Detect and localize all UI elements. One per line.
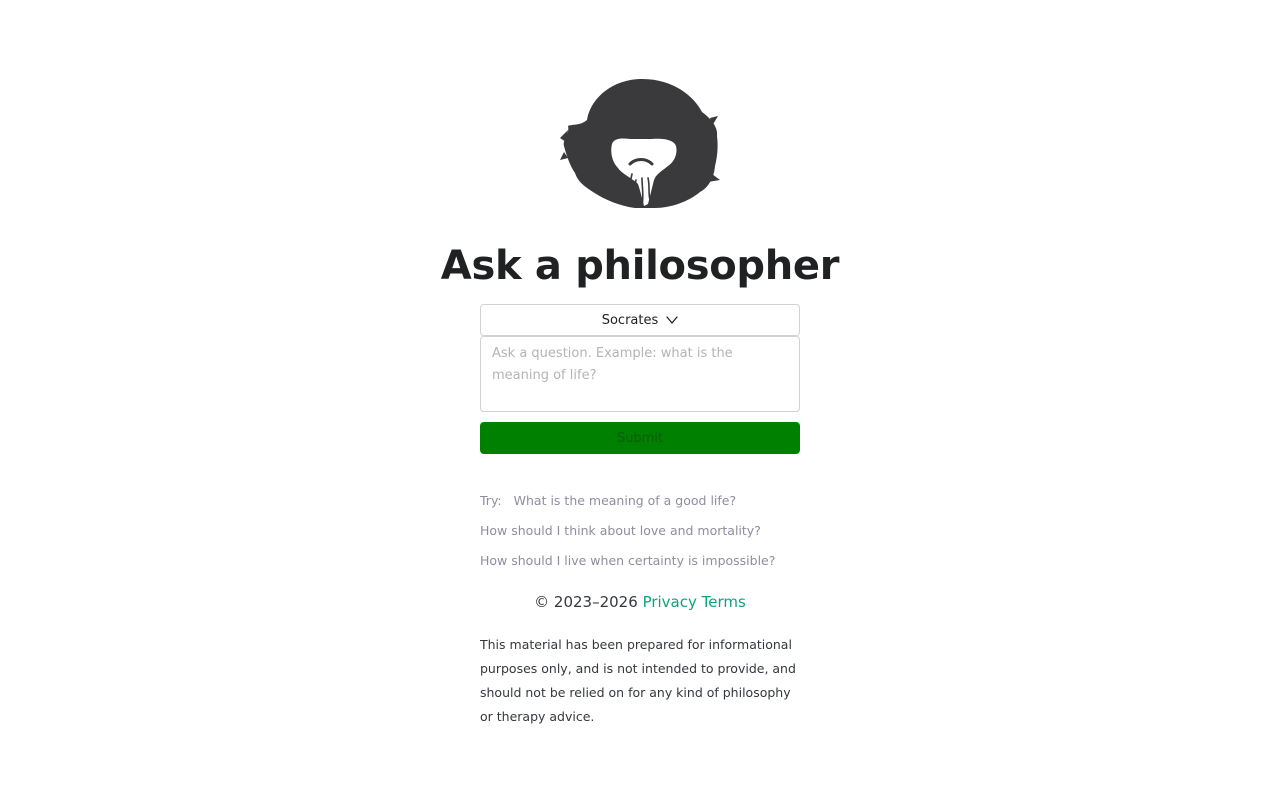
terms-link[interactable]: Terms [702,593,746,611]
example-row: Try: What is the meaning of a good life? [480,489,820,519]
ask-form: Socrates Submit [480,304,800,454]
example-question-link[interactable]: How should I think about love and mortal… [480,523,761,538]
page: Ask a philosopher Socrates Submit Try: Wh… [0,0,1280,800]
privacy-link[interactable]: Privacy [643,593,697,611]
try-label: Try: [480,493,502,508]
chevron-down-icon [666,316,678,324]
page-title: Ask a philosopher [440,243,840,289]
philosopher-select-value: Socrates [601,312,659,328]
disclaimer-text: This material has been prepared for info… [480,637,796,724]
example-question-link[interactable]: How should I live when certainty is impo… [480,553,775,568]
example-questions: Try: What is the meaning of a good life? … [480,489,820,579]
submit-button[interactable]: Submit [480,422,800,454]
example-question-link[interactable]: What is the meaning of a good life? [514,493,736,508]
copyright-text: © 2023–2026 [534,593,638,611]
example-row: How should I live when certainty is impo… [480,549,820,579]
question-input[interactable] [480,336,800,412]
footer: © 2023–2026 Privacy Terms [0,590,1280,614]
example-row: How should I think about love and mortal… [480,519,820,549]
philosopher-logo-icon [560,78,720,208]
philosopher-select[interactable]: Socrates [480,304,800,336]
